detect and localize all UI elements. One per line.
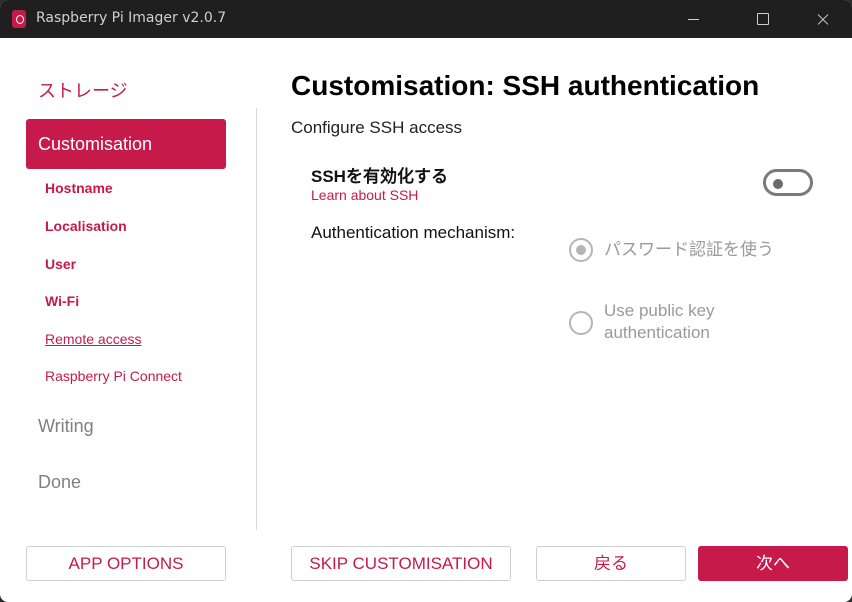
- ssh-enable-label: SSHを有効化する: [311, 167, 448, 186]
- sidebar-item-storage[interactable]: ストレージ: [38, 77, 128, 103]
- sidebar-item-writing: Writing: [38, 416, 94, 436]
- skip-customisation-button[interactable]: SKIP CUSTOMISATION: [291, 546, 511, 581]
- sidebar-item-localisation[interactable]: Localisation: [45, 218, 127, 234]
- page-subtitle: Configure SSH access: [291, 118, 463, 137]
- public-key-auth-radio[interactable]: [569, 311, 593, 335]
- sidebar-divider: [256, 108, 257, 530]
- sidebar-item-done: Done: [38, 472, 82, 492]
- raspberry-app-icon: [12, 10, 26, 28]
- public-key-auth-label: Use public key authentication: [604, 301, 715, 342]
- sidebar-item-user[interactable]: User: [45, 256, 76, 272]
- password-auth-label: パスワード認証を使う: [604, 240, 774, 259]
- back-button[interactable]: 戻る: [536, 546, 686, 581]
- maximize-icon[interactable]: [740, 0, 786, 38]
- learn-ssh-link[interactable]: Learn about SSH: [311, 187, 418, 203]
- title-bar[interactable]: Raspberry Pi Imager v2.0.7: [0, 0, 852, 38]
- close-icon[interactable]: [799, 0, 845, 38]
- sidebar-item-hostname[interactable]: Hostname: [45, 180, 113, 196]
- minimize-icon[interactable]: [670, 0, 716, 38]
- auth-mechanism-label: Authentication mechanism:: [311, 223, 516, 242]
- ssh-toggle[interactable]: [763, 169, 813, 196]
- sidebar-item-customisation[interactable]: Customisation: [26, 119, 226, 169]
- page-title: Customisation: SSH authentication: [291, 70, 760, 101]
- radio-selected-dot: [576, 245, 586, 255]
- sidebar-item-remote-access[interactable]: Remote access: [45, 331, 141, 347]
- next-button[interactable]: 次へ: [698, 546, 848, 581]
- sidebar-item-wifi[interactable]: Wi-Fi: [45, 293, 79, 309]
- app-options-button[interactable]: APP OPTIONS: [26, 546, 226, 581]
- sidebar-item-pi-connect[interactable]: Raspberry Pi Connect: [45, 368, 182, 384]
- toggle-knob: [773, 179, 783, 189]
- imager-window: Raspberry Pi Imager v2.0.7 ストレージ Customi…: [0, 0, 852, 602]
- password-auth-radio[interactable]: [569, 238, 593, 262]
- window-title: Raspberry Pi Imager v2.0.7: [36, 10, 227, 26]
